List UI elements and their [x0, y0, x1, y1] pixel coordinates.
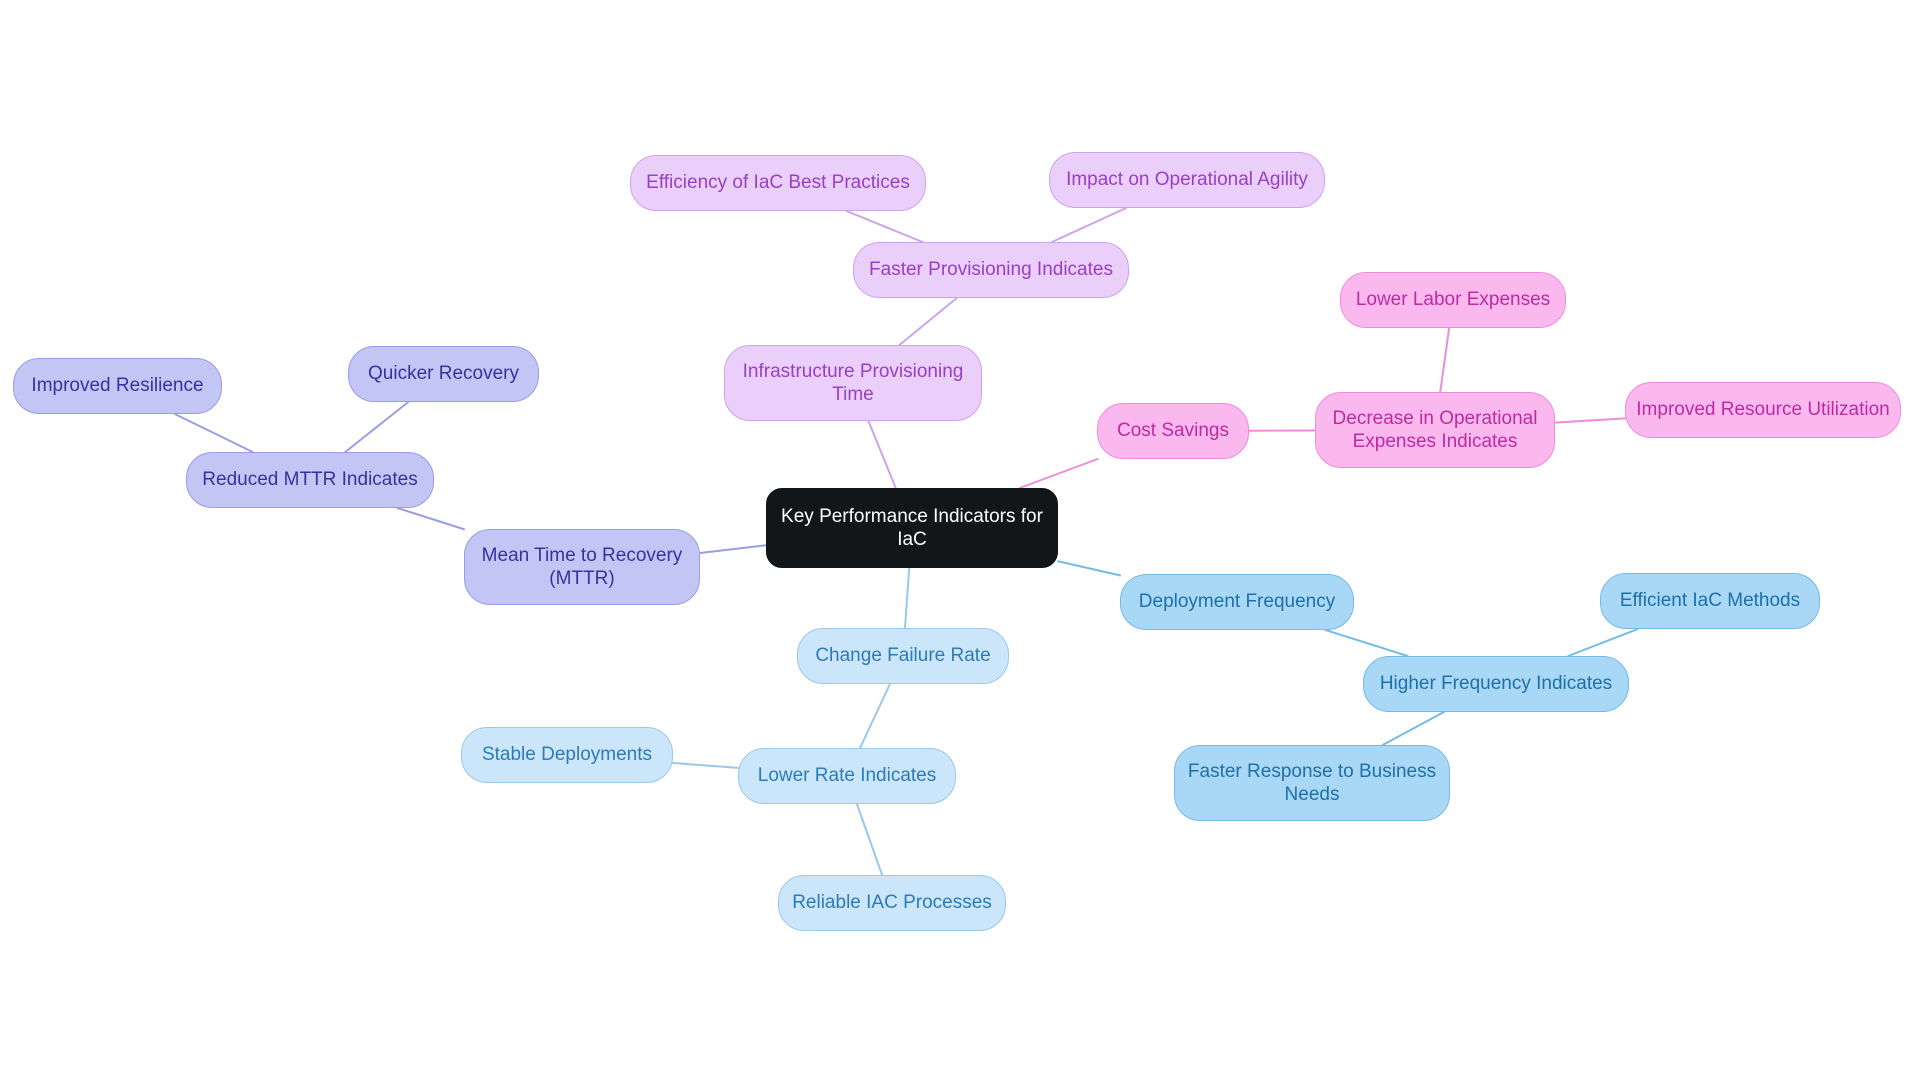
edge-root-to-deploy_freq [1057, 560, 1121, 577]
mindmap-node-faster_response[interactable]: Faster Response to Business Needs [1174, 745, 1450, 821]
mindmap-node-deploy_freq[interactable]: Deployment Frequency [1120, 574, 1354, 630]
edge-root-to-change_failure [903, 567, 911, 629]
mindmap-node-change_failure[interactable]: Change Failure Rate [797, 628, 1009, 684]
node-label: Decrease in Operational Expenses Indicat… [1332, 407, 1538, 452]
mindmap-node-reliable_iac[interactable]: Reliable IAC Processes [778, 875, 1006, 931]
node-label: Reliable IAC Processes [792, 892, 992, 914]
mindmap-node-mttr[interactable]: Mean Time to Recovery (MTTR) [464, 529, 700, 605]
mindmap-node-infra[interactable]: Infrastructure Provisioning Time [724, 345, 982, 421]
node-label: Change Failure Rate [815, 645, 991, 667]
node-label: Faster Response to Business Needs [1187, 760, 1437, 805]
edge-lower_rate-to-reliable_iac [855, 803, 884, 876]
edge-root-to-infra [867, 420, 897, 489]
node-label: Lower Rate Indicates [757, 765, 937, 787]
node-label: Faster Provisioning Indicates [869, 259, 1113, 281]
mindmap-node-stable_deploy[interactable]: Stable Deployments [461, 727, 673, 783]
edge-deploy_freq-to-higher_freq [1324, 629, 1409, 657]
edge-faster_prov-to-impact_agility [1050, 207, 1128, 243]
node-label: Stable Deployments [481, 744, 653, 766]
mindmap-node-higher_freq[interactable]: Higher Frequency Indicates [1363, 656, 1629, 712]
edge-lower_rate-to-stable_deploy [672, 761, 739, 769]
edge-change_failure-to-lower_rate [859, 683, 891, 749]
mindmap-node-improved_resource[interactable]: Improved Resource Utilization [1625, 382, 1901, 438]
root-node[interactable]: Key Performance Indicators for IaC [766, 488, 1058, 568]
node-label: Efficiency of IaC Best Practices [646, 172, 910, 194]
edge-root-to-cost_savings [1018, 458, 1099, 489]
mindmap-node-faster_prov[interactable]: Faster Provisioning Indicates [853, 242, 1129, 298]
mindmap-canvas: Key Performance Indicators for IaC Infras… [0, 0, 1920, 1083]
edge-faster_prov-to-efficiency_best [845, 210, 924, 243]
edge-decrease_opex-to-improved_resource [1554, 417, 1626, 424]
node-label: Mean Time to Recovery (MTTR) [481, 544, 683, 589]
node-label: Higher Frequency Indicates [1379, 673, 1613, 695]
node-label: Quicker Recovery [368, 363, 519, 385]
mindmap-node-impact_agility[interactable]: Impact on Operational Agility [1049, 152, 1325, 208]
node-label: Impact on Operational Agility [1066, 169, 1308, 191]
node-label: Lower Labor Expenses [1355, 289, 1551, 311]
node-label: Efficient IaC Methods [1619, 590, 1801, 612]
node-label: Cost Savings [1117, 420, 1229, 442]
edge-infra-to-faster_prov [898, 297, 958, 346]
mindmap-node-lower_labor[interactable]: Lower Labor Expenses [1340, 272, 1566, 328]
node-label: Key Performance Indicators for IaC [781, 505, 1043, 550]
edge-mttr-to-reduced_mttr [396, 507, 465, 531]
edge-decrease_opex-to-lower_labor [1439, 327, 1451, 393]
mindmap-node-reduced_mttr[interactable]: Reduced MTTR Indicates [186, 452, 434, 508]
mindmap-node-decrease_opex[interactable]: Decrease in Operational Expenses Indicat… [1315, 392, 1555, 468]
edge-reduced_mttr-to-quicker_recovery [344, 401, 410, 453]
mindmap-node-efficiency_best[interactable]: Efficiency of IaC Best Practices [630, 155, 926, 211]
edge-root-to-mttr [699, 544, 767, 555]
node-label: Infrastructure Provisioning Time [742, 360, 964, 405]
edge-reduced_mttr-to-improved_resilience [173, 413, 254, 453]
node-label: Reduced MTTR Indicates [202, 469, 418, 491]
mindmap-node-quicker_recovery[interactable]: Quicker Recovery [348, 346, 539, 402]
edge-higher_freq-to-efficient_methods [1567, 628, 1639, 657]
mindmap-node-efficient_methods[interactable]: Efficient IaC Methods [1600, 573, 1820, 629]
mindmap-node-improved_resilience[interactable]: Improved Resilience [13, 358, 222, 414]
node-label: Deployment Frequency [1138, 591, 1336, 613]
node-label: Improved Resource Utilization [1636, 399, 1890, 421]
mindmap-node-cost_savings[interactable]: Cost Savings [1097, 403, 1249, 459]
edge-higher_freq-to-faster_response [1381, 711, 1445, 746]
mindmap-node-lower_rate[interactable]: Lower Rate Indicates [738, 748, 956, 804]
node-label: Improved Resilience [31, 375, 204, 397]
